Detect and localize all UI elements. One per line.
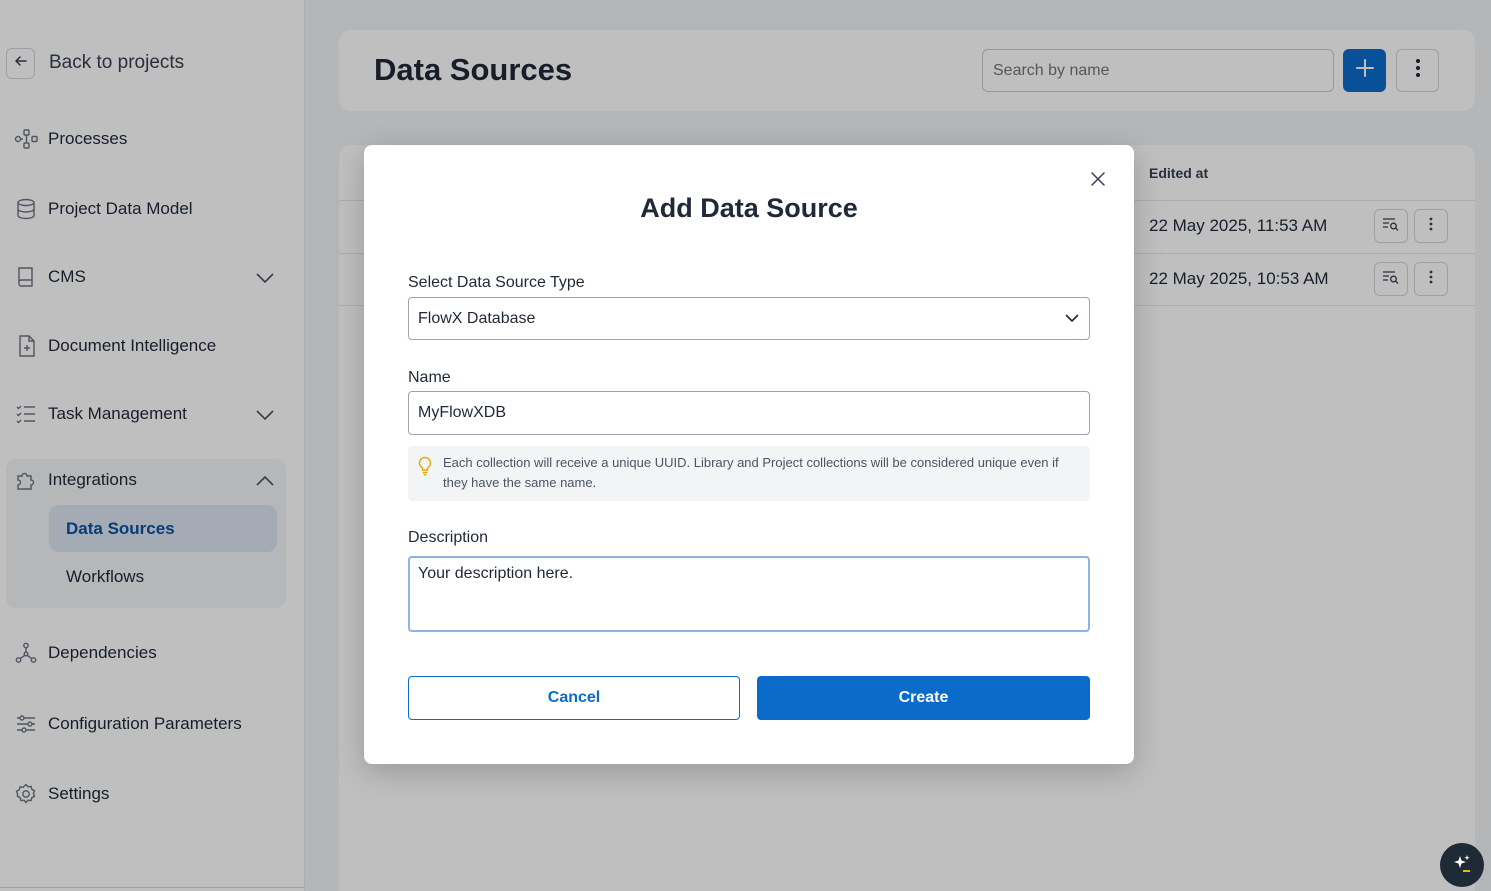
name-field[interactable] [408,391,1090,435]
data-source-type-select[interactable]: FlowX Database [408,297,1090,340]
lightbulb-icon [417,456,433,481]
description-label: Description [408,529,489,546]
description-field[interactable]: Your description here. [408,556,1090,632]
cancel-button[interactable]: Cancel [408,676,740,720]
close-button[interactable] [1086,169,1110,193]
selected-type: FlowX Database [418,309,536,327]
sparkle-icon [1452,853,1472,878]
info-message: Each collection will receive a unique UU… [408,446,1090,501]
ai-assistant-button[interactable] [1440,843,1484,887]
close-icon [1091,171,1105,191]
dialog-title: Add Data Source [640,193,858,223]
create-button[interactable]: Create [757,676,1090,720]
add-data-source-dialog: Add Data Source Select Data Source Type … [364,145,1134,764]
type-label: Select Data Source Type [408,274,585,291]
info-text: Each collection will receive a unique UU… [443,455,1059,490]
name-label: Name [408,369,451,386]
chevron-down-icon [1063,309,1081,332]
